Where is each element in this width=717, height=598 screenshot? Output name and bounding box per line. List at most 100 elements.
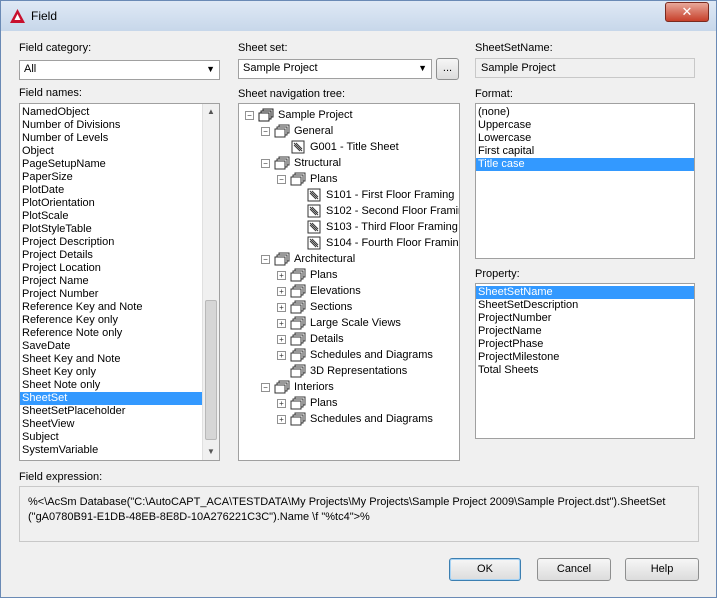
- format-item[interactable]: Uppercase: [476, 119, 694, 132]
- field-names-item[interactable]: Object: [20, 145, 203, 158]
- field-names-item[interactable]: PlotOrientation: [20, 197, 203, 210]
- format-label: Format:: [475, 88, 513, 100]
- ok-button[interactable]: OK: [449, 558, 521, 581]
- close-button[interactable]: ✕: [665, 2, 709, 22]
- field-expression-label: Field expression:: [19, 471, 103, 483]
- expand-icon[interactable]: +: [277, 399, 286, 408]
- subset-icon: [290, 284, 306, 298]
- field-names-item[interactable]: PlotStyleTable: [20, 223, 203, 236]
- expand-icon[interactable]: +: [277, 415, 286, 424]
- expand-icon[interactable]: +: [277, 271, 286, 280]
- format-item[interactable]: Lowercase: [476, 132, 694, 145]
- field-names-item[interactable]: Sheet Key and Note: [20, 353, 203, 366]
- scroll-thumb[interactable]: [205, 300, 217, 440]
- field-names-item[interactable]: NamedObject: [20, 106, 203, 119]
- collapse-icon[interactable]: −: [261, 255, 270, 264]
- field-names-item[interactable]: Reference Key only: [20, 314, 203, 327]
- field-names-item[interactable]: Project Location: [20, 262, 203, 275]
- format-item[interactable]: First capital: [476, 145, 694, 158]
- field-names-item[interactable]: Project Details: [20, 249, 203, 262]
- subset-icon: [274, 156, 290, 170]
- property-item[interactable]: ProjectPhase: [476, 338, 694, 351]
- field-names-item[interactable]: Sheet Key only: [20, 366, 203, 379]
- field-names-item[interactable]: PaperSize: [20, 171, 203, 184]
- expand-icon[interactable]: +: [277, 287, 286, 296]
- autocad-app-icon: [10, 9, 25, 23]
- collapse-icon[interactable]: −: [277, 175, 286, 184]
- collapse-icon[interactable]: −: [245, 111, 254, 120]
- field-names-item[interactable]: PageSetupName: [20, 158, 203, 171]
- field-names-item[interactable]: Project Description: [20, 236, 203, 249]
- field-names-item[interactable]: Project Name: [20, 275, 203, 288]
- field-names-item[interactable]: Project Number: [20, 288, 203, 301]
- property-item[interactable]: Total Sheets: [476, 364, 694, 377]
- subset-icon: [290, 268, 306, 282]
- subset-icon: [290, 348, 306, 362]
- field-names-item[interactable]: Subject: [20, 431, 203, 444]
- field-names-item[interactable]: Reference Key and Note: [20, 301, 203, 314]
- sheet-navigation-tree[interactable]: − Sample Project − General G001 - Title Shee…: [238, 103, 460, 461]
- format-item[interactable]: (none): [476, 106, 694, 119]
- sheet-icon: [306, 188, 322, 202]
- property-item[interactable]: ProjectName: [476, 325, 694, 338]
- expand-icon[interactable]: +: [277, 303, 286, 312]
- sheet-set-browse-button[interactable]: ...: [436, 58, 459, 80]
- expand-icon[interactable]: +: [277, 335, 286, 344]
- field-names-label: Field names:: [19, 87, 82, 99]
- tree-node-label: S101 - First Floor Framing: [326, 189, 455, 201]
- tree-node-label: Plans: [310, 269, 338, 281]
- field-names-rows: NamedObject Number of Divisions Number of …: [20, 106, 203, 457]
- title-bar[interactable]: Field ✕: [1, 1, 716, 31]
- sheet-icon: [306, 236, 322, 250]
- tree-node-label: Large Scale Views: [310, 317, 401, 329]
- collapse-icon[interactable]: −: [261, 159, 270, 168]
- scroll-up-icon[interactable]: ▲: [203, 104, 219, 120]
- field-names-item[interactable]: Number of Divisions: [20, 119, 203, 132]
- window-title: Field: [31, 9, 58, 23]
- expand-icon[interactable]: +: [277, 351, 286, 360]
- field-names-item[interactable]: SheetSet: [20, 392, 203, 405]
- field-names-item[interactable]: PlotScale: [20, 210, 203, 223]
- field-names-item[interactable]: Sheet Note only: [20, 379, 203, 392]
- field-names-item[interactable]: Number of Levels: [20, 132, 203, 145]
- field-names-item[interactable]: SheetView: [20, 418, 203, 431]
- sheet-nav-label: Sheet navigation tree:: [238, 88, 346, 100]
- field-names-item[interactable]: SystemVariable: [20, 444, 203, 457]
- property-item[interactable]: SheetSetDescription: [476, 299, 694, 312]
- field-names-item[interactable]: PlotDate: [20, 184, 203, 197]
- field-names-list[interactable]: NamedObject Number of Divisions Number of …: [19, 103, 220, 461]
- format-item[interactable]: Title case: [476, 158, 694, 171]
- field-category-select[interactable]: All ▼: [19, 60, 220, 80]
- sheet-icon: [290, 140, 306, 154]
- subset-icon: [274, 252, 290, 266]
- chevron-down-icon: ▼: [418, 63, 427, 73]
- sheet-set-select[interactable]: Sample Project ▼: [238, 59, 432, 79]
- tree-node-label: S102 - Second Floor Framing: [326, 205, 460, 217]
- property-item[interactable]: SheetSetName: [476, 286, 694, 299]
- property-item[interactable]: ProjectNumber: [476, 312, 694, 325]
- subset-icon: [290, 172, 306, 186]
- sheet-set-label: Sheet set:: [238, 42, 288, 54]
- subset-icon: [290, 332, 306, 346]
- format-list[interactable]: (none) Uppercase Lowercase First capital Tit…: [475, 103, 695, 259]
- tree-node-label: Details: [310, 333, 344, 345]
- tree-node-label: Structural: [294, 157, 342, 169]
- expand-icon[interactable]: +: [277, 319, 286, 328]
- property-list[interactable]: SheetSetName SheetSetDescription ProjectNu…: [475, 283, 695, 439]
- field-names-scrollbar[interactable]: ▲ ▼: [202, 104, 219, 460]
- field-names-item[interactable]: SheetSetPlaceholder: [20, 405, 203, 418]
- scroll-down-icon[interactable]: ▼: [203, 444, 219, 460]
- sheet-set-icon: [258, 108, 274, 122]
- collapse-icon[interactable]: −: [261, 383, 270, 392]
- field-expression-box[interactable]: %<\AcSm Database("C:\AutoCAPT_ACA\TESTDA…: [19, 486, 699, 542]
- field-names-item[interactable]: SaveDate: [20, 340, 203, 353]
- property-item[interactable]: ProjectMilestone: [476, 351, 694, 364]
- sheetsetname-label: SheetSetName:: [475, 42, 553, 54]
- help-button[interactable]: Help: [625, 558, 699, 581]
- property-label: Property:: [475, 268, 520, 280]
- tree-node-label: Elevations: [310, 285, 361, 297]
- field-names-item[interactable]: Reference Note only: [20, 327, 203, 340]
- collapse-icon[interactable]: −: [261, 127, 270, 136]
- tree-node-label: Plans: [310, 397, 338, 409]
- cancel-button[interactable]: Cancel: [537, 558, 611, 581]
